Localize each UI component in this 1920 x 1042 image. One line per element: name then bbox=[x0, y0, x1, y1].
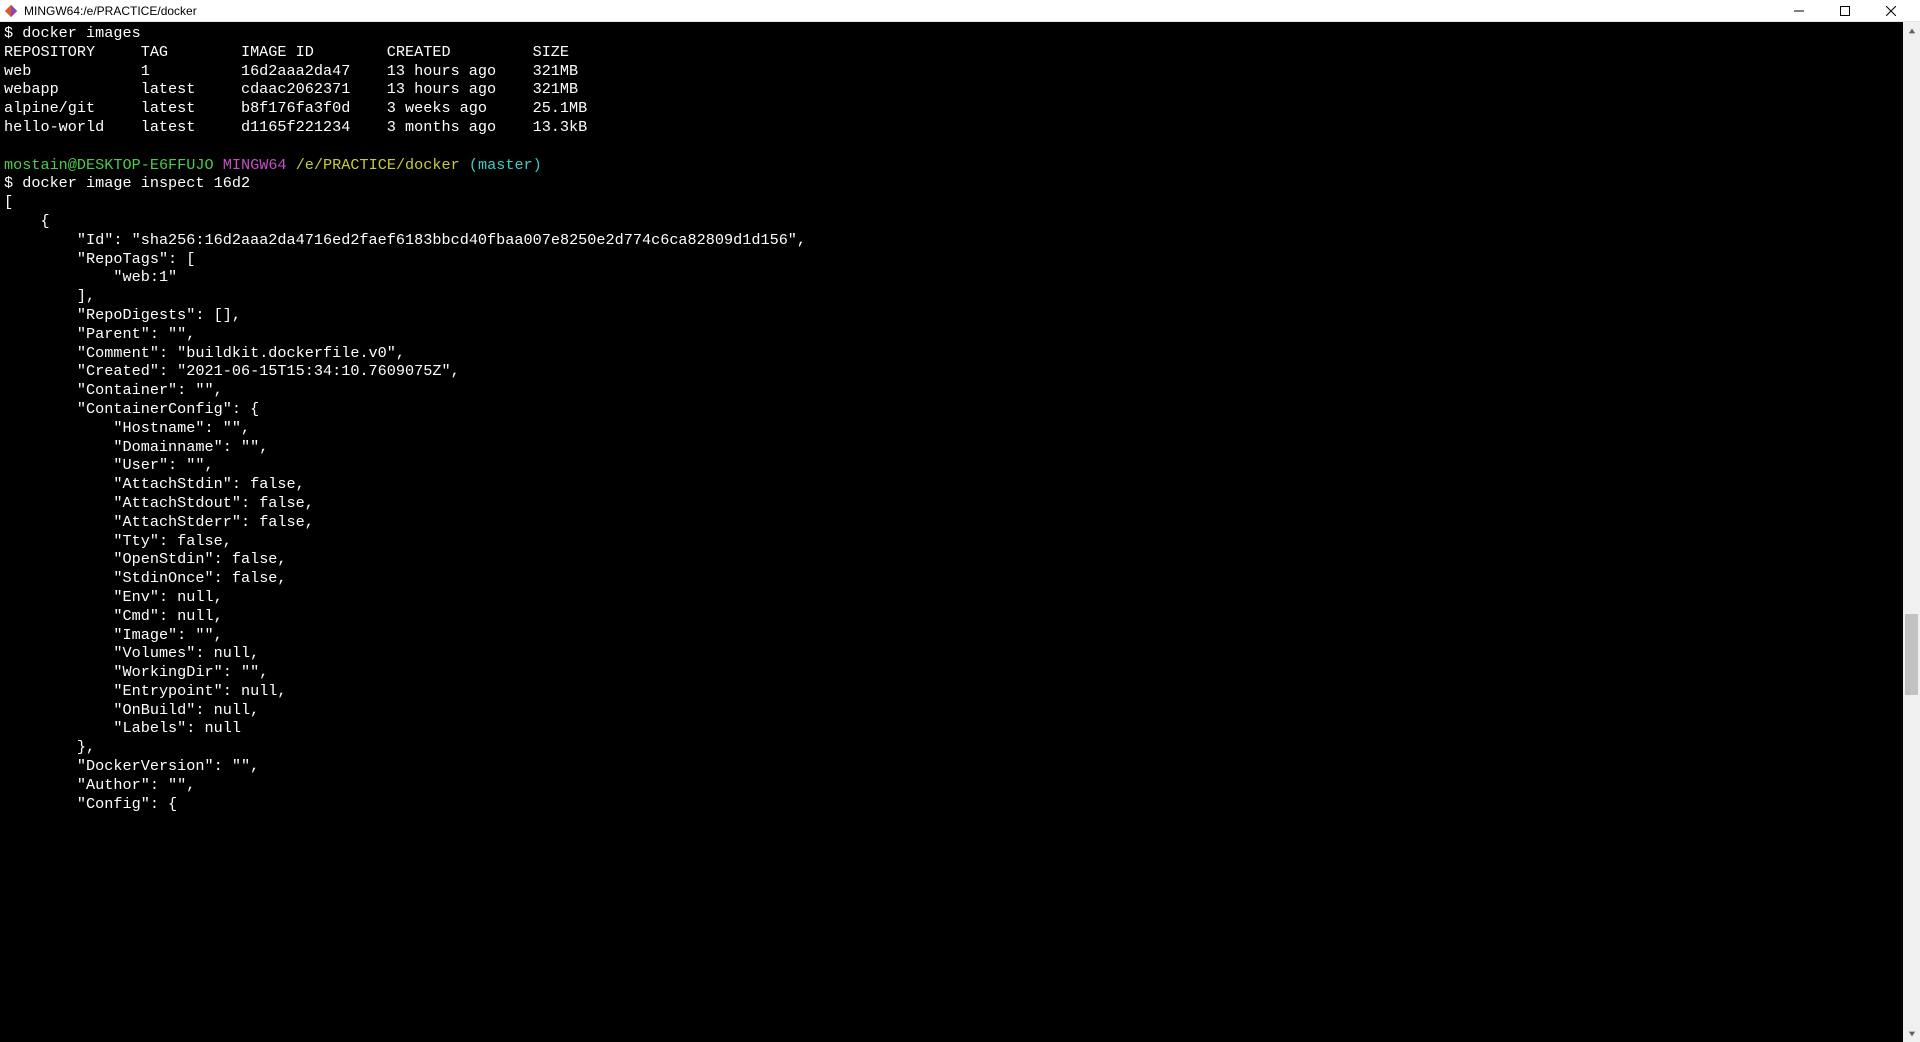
output-line: "Parent": "", bbox=[4, 325, 195, 343]
output-line: { bbox=[4, 212, 50, 230]
output-line: "ContainerConfig": { bbox=[4, 400, 259, 418]
table-row: alpine/gitlatestb8f176fa3f0d3 weeks ago2… bbox=[4, 99, 587, 117]
output-line: "Cmd": null, bbox=[4, 607, 223, 625]
prompt-line: mostain@DESKTOP-E6FFUJO MINGW64 /e/PRACT… bbox=[4, 156, 542, 174]
output-line: "Image": "", bbox=[4, 626, 223, 644]
output-line: "Container": "", bbox=[4, 381, 223, 399]
output-line: "WorkingDir": "", bbox=[4, 663, 268, 681]
scroll-up-icon[interactable] bbox=[1903, 22, 1920, 39]
output-line: "Volumes": null, bbox=[4, 644, 259, 662]
cmd-line: $ docker image inspect 16d2 bbox=[4, 174, 250, 192]
output-line: "RepoTags": [ bbox=[4, 250, 195, 268]
output-line: "User": "", bbox=[4, 456, 214, 474]
prompt-branch: (master) bbox=[469, 156, 542, 174]
output-line: "Id": "sha256:16d2aaa2da4716ed2faef6183b… bbox=[4, 231, 806, 249]
output-line: "Created": "2021-06-15T15:34:10.7609075Z… bbox=[4, 362, 460, 380]
output-line: ], bbox=[4, 287, 95, 305]
output-line: "Comment": "buildkit.dockerfile.v0", bbox=[4, 344, 405, 362]
titlebar-left: MINGW64:/e/PRACTICE/docker bbox=[4, 4, 197, 18]
output-line: "StdinOnce": false, bbox=[4, 569, 287, 587]
terminal[interactable]: $ docker images REPOSITORYTAGIMAGE IDCRE… bbox=[0, 22, 1903, 1042]
output-line: "AttachStderr": false, bbox=[4, 513, 314, 531]
table-row: web116d2aaa2da4713 hours ago321MB bbox=[4, 62, 578, 80]
table-row: webapplatestcdaac206237113 hours ago321M… bbox=[4, 80, 578, 98]
output-line: }, bbox=[4, 738, 95, 756]
window-title: MINGW64:/e/PRACTICE/docker bbox=[24, 4, 197, 18]
output-line: "OpenStdin": false, bbox=[4, 550, 287, 568]
window-titlebar: MINGW64:/e/PRACTICE/docker bbox=[0, 0, 1920, 22]
output-line: "DockerVersion": "", bbox=[4, 757, 259, 775]
scroll-down-icon[interactable] bbox=[1903, 1025, 1920, 1042]
vertical-scrollbar[interactable] bbox=[1903, 22, 1920, 1042]
close-button[interactable] bbox=[1868, 0, 1914, 22]
prompt-shell: MINGW64 bbox=[223, 156, 287, 174]
git-bash-icon bbox=[4, 4, 18, 18]
output-line: "AttachStdin": false, bbox=[4, 475, 305, 493]
maximize-button[interactable] bbox=[1822, 0, 1868, 22]
output-line: "Author": "", bbox=[4, 776, 195, 794]
output-line: "Env": null, bbox=[4, 588, 223, 606]
output-line: "Config": { bbox=[4, 795, 177, 813]
output-line: "Entrypoint": null, bbox=[4, 682, 287, 700]
output-line: "web:1" bbox=[4, 268, 177, 286]
output-line: "OnBuild": null, bbox=[4, 701, 259, 719]
output-line: [ bbox=[4, 193, 13, 211]
window-controls bbox=[1776, 0, 1914, 22]
output-line: "Hostname": "", bbox=[4, 419, 250, 437]
minimize-button[interactable] bbox=[1776, 0, 1822, 22]
table-row: hello-worldlatestd1165f2212343 months ag… bbox=[4, 118, 587, 136]
prompt-cwd: /e/PRACTICE/docker bbox=[296, 156, 460, 174]
output-line: "AttachStdout": false, bbox=[4, 494, 314, 512]
output-line: "Tty": false, bbox=[4, 532, 232, 550]
output-line: "RepoDigests": [], bbox=[4, 306, 241, 324]
cmd-line: $ docker images bbox=[4, 24, 141, 42]
prompt-user-host: mostain@DESKTOP-E6FFUJO bbox=[4, 156, 214, 174]
output-line: "Domainname": "", bbox=[4, 438, 268, 456]
output-line: "Labels": null bbox=[4, 719, 241, 737]
table-header: REPOSITORYTAGIMAGE IDCREATEDSIZE bbox=[4, 43, 569, 61]
scroll-thumb[interactable] bbox=[1905, 614, 1918, 696]
terminal-area: $ docker images REPOSITORYTAGIMAGE IDCRE… bbox=[0, 22, 1920, 1042]
